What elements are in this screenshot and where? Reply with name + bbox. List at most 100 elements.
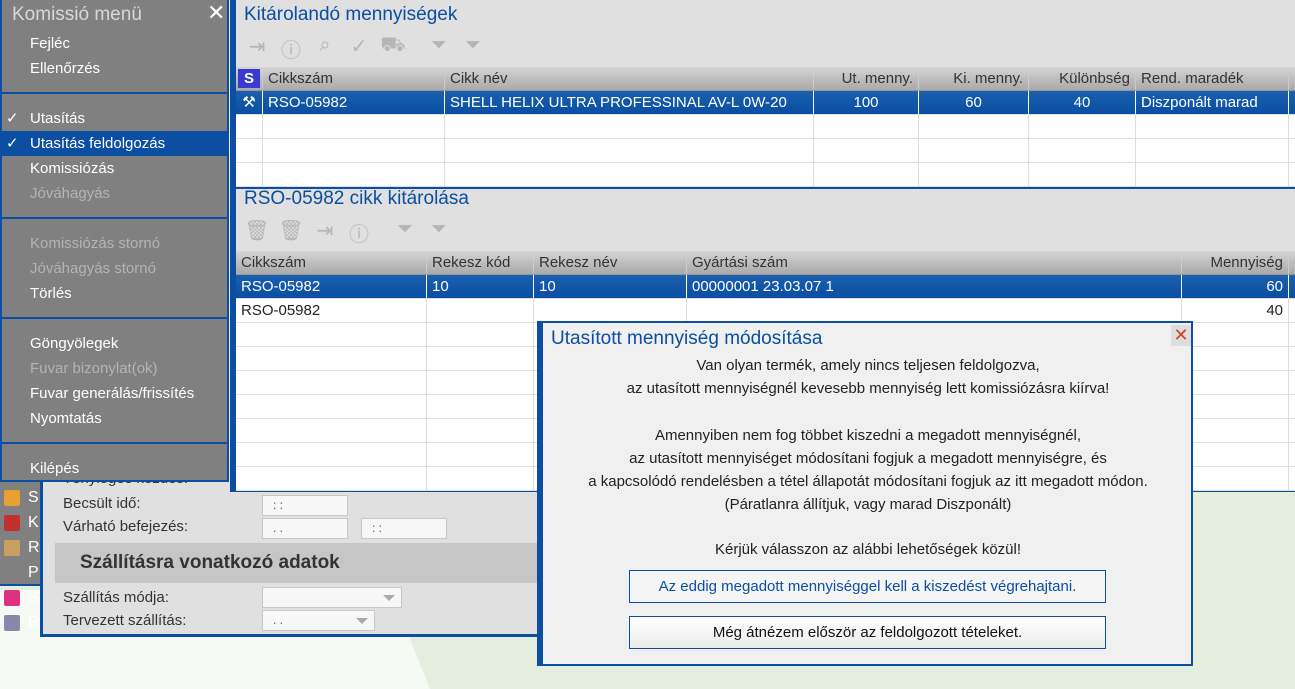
table-cell bbox=[1029, 115, 1136, 138]
trash-all-icon[interactable]: 🗑 bbox=[278, 218, 304, 247]
menu-item-label: Fejléc bbox=[30, 35, 71, 52]
planned-shipping-select[interactable]: . . bbox=[262, 610, 375, 631]
search-icon[interactable]: ⌕ bbox=[312, 34, 338, 63]
close-icon[interactable]: ✕ bbox=[1171, 325, 1191, 346]
table-cell: 60 bbox=[1182, 275, 1289, 298]
dialog-text: (Páratlanra állítjuk, vagy marad Diszpon… bbox=[724, 496, 1012, 513]
shipping-section-header: Szállításra vonatkozó adatok bbox=[55, 543, 543, 583]
table-cell: 40 bbox=[1182, 299, 1289, 322]
table-cell bbox=[1136, 163, 1289, 186]
table-cell bbox=[236, 395, 427, 418]
table-cell bbox=[427, 299, 534, 322]
table-cell bbox=[1182, 395, 1289, 418]
commission-menu: Komissió menü ✕ Fejléc Ellenőrzés ✓ Utasítá… bbox=[0, 0, 229, 482]
column-header[interactable]: Ut. menny. bbox=[814, 67, 919, 90]
column-header[interactable]: Rekesz kód bbox=[427, 251, 534, 274]
column-header[interactable]: Különbség bbox=[1029, 67, 1136, 90]
column-header[interactable]: Cikkszám bbox=[263, 67, 445, 90]
table-cell bbox=[1136, 115, 1289, 138]
review-items-button[interactable]: Még átnézem először az feldolgozott téte… bbox=[629, 616, 1106, 649]
top-section-title: Kitárolandó mennyiségek bbox=[244, 4, 458, 25]
strip-item[interactable]: P bbox=[4, 560, 44, 585]
check-icon[interactable]: ✓ bbox=[346, 34, 372, 63]
shipping-method-select[interactable] bbox=[262, 587, 402, 608]
table-header: S Cikkszám Cikk név Ut. menny. Ki. menny. Kül… bbox=[236, 67, 1295, 91]
menu-item-label: Komissiózás bbox=[30, 160, 115, 177]
table-cell bbox=[236, 371, 427, 394]
strip-item[interactable]: R bbox=[4, 610, 44, 635]
app-icon bbox=[4, 539, 20, 556]
export-icon[interactable]: ⇥ bbox=[312, 218, 338, 247]
menu-item[interactable]: ✓ Utasítás bbox=[2, 106, 229, 131]
menu-item[interactable]: Nyomtatás bbox=[2, 406, 229, 431]
table-cell bbox=[236, 467, 427, 490]
column-header[interactable]: Cikkszám bbox=[236, 251, 427, 274]
table-row[interactable] bbox=[236, 139, 1295, 163]
menu-item[interactable]: Komissiózás bbox=[2, 156, 229, 181]
menu-item[interactable]: Ellenőrzés bbox=[2, 56, 229, 81]
check-icon: ✓ bbox=[6, 135, 19, 152]
table-cell bbox=[427, 323, 534, 346]
dialog-text: az utasított mennyiséget módosítani fogj… bbox=[629, 450, 1107, 467]
table-cell bbox=[236, 347, 427, 370]
estimated-time-input[interactable]: : : bbox=[262, 495, 348, 516]
table-cell bbox=[1136, 139, 1289, 162]
column-header[interactable]: Gyártási szám bbox=[687, 251, 1182, 274]
table-cell: 10 bbox=[427, 275, 534, 298]
trash-icon[interactable]: 🗑 bbox=[244, 218, 270, 247]
table-cell bbox=[1029, 139, 1136, 162]
table-cell bbox=[427, 443, 534, 466]
strip-item[interactable]: S bbox=[4, 585, 44, 610]
menu-item[interactable]: Göngyölegek bbox=[2, 331, 229, 356]
table-cell bbox=[919, 115, 1029, 138]
column-header[interactable]: Cikk név bbox=[445, 67, 814, 90]
filter-icon[interactable]: ⏷ bbox=[392, 218, 418, 247]
close-icon[interactable]: ✕ bbox=[207, 0, 225, 26]
clear-filter-icon[interactable]: ⏷ bbox=[460, 34, 486, 63]
label-planned-shipping: Tervezett szállítás: bbox=[63, 612, 187, 629]
dialog-text: az utasított mennyiségnél kevesebb menny… bbox=[626, 380, 1110, 397]
table-cell bbox=[427, 371, 534, 394]
execute-with-given-quantity-button[interactable]: Az eddig megadott mennyiséggel kell a ki… bbox=[629, 570, 1106, 603]
row-marker bbox=[236, 139, 263, 162]
menu-item[interactable]: Kilépés bbox=[2, 456, 229, 481]
table-cell bbox=[427, 347, 534, 370]
menu-item: Jóváhagyás bbox=[2, 181, 229, 206]
info-icon[interactable]: ⓘ bbox=[278, 34, 304, 63]
s-column-header[interactable]: S bbox=[236, 67, 263, 90]
filter-icon[interactable]: ⏷ bbox=[426, 34, 452, 63]
table-cell bbox=[1182, 467, 1289, 490]
table-row[interactable]: RSO-05982 10 10 00000001 23.03.07 1 60 bbox=[236, 275, 1295, 299]
menu-item[interactable]: Fejléc bbox=[2, 31, 229, 56]
table-cell bbox=[1182, 443, 1289, 466]
strip-item[interactable]: S bbox=[4, 485, 44, 510]
expected-end-date-input[interactable]: . . bbox=[262, 518, 348, 539]
table-cell: 100 bbox=[814, 91, 919, 114]
info-icon[interactable]: ⓘ bbox=[346, 218, 372, 247]
table-row[interactable] bbox=[236, 163, 1295, 187]
strip-item[interactable]: R bbox=[4, 535, 44, 560]
app-icon bbox=[4, 614, 20, 631]
column-header[interactable]: Rend. maradék bbox=[1136, 67, 1289, 90]
menu-item[interactable]: Törlés bbox=[2, 281, 229, 306]
export-icon[interactable]: ⇥ bbox=[244, 34, 270, 63]
trolley-icon[interactable]: ⛟ bbox=[380, 34, 406, 63]
column-header[interactable]: Mennyiség bbox=[1182, 251, 1289, 274]
table-cell: RSO-05982 bbox=[263, 91, 445, 114]
column-header[interactable]: Rekesz név bbox=[534, 251, 687, 274]
label-expected-end: Várható befejezés: bbox=[63, 518, 189, 535]
table-row[interactable]: RSO-05982 40 bbox=[236, 299, 1295, 323]
menu-item: Jóváhagyás stornó bbox=[2, 256, 229, 281]
app-icon bbox=[4, 489, 20, 506]
clear-filter-icon[interactable]: ⏷ bbox=[426, 218, 452, 247]
column-header[interactable]: Ki. menny. bbox=[919, 67, 1029, 90]
strip-item-label: R bbox=[28, 538, 40, 556]
dialog-text: Van olyan termék, amely nincs teljesen f… bbox=[696, 357, 1040, 374]
menu-item[interactable]: ✓ Utasítás feldolgozás bbox=[2, 131, 229, 156]
table-row[interactable] bbox=[236, 115, 1295, 139]
menu-item[interactable]: Fuvar generálás/frissítés bbox=[2, 381, 229, 406]
strip-item[interactable]: K bbox=[4, 510, 44, 535]
expected-end-time-input[interactable]: : : bbox=[361, 518, 447, 539]
table-row[interactable]: ⚒ RSO-05982 SHELL HELIX ULTRA PROFESSINAL … bbox=[236, 91, 1295, 115]
label-estimated-time: Becsült idő: bbox=[63, 495, 141, 512]
